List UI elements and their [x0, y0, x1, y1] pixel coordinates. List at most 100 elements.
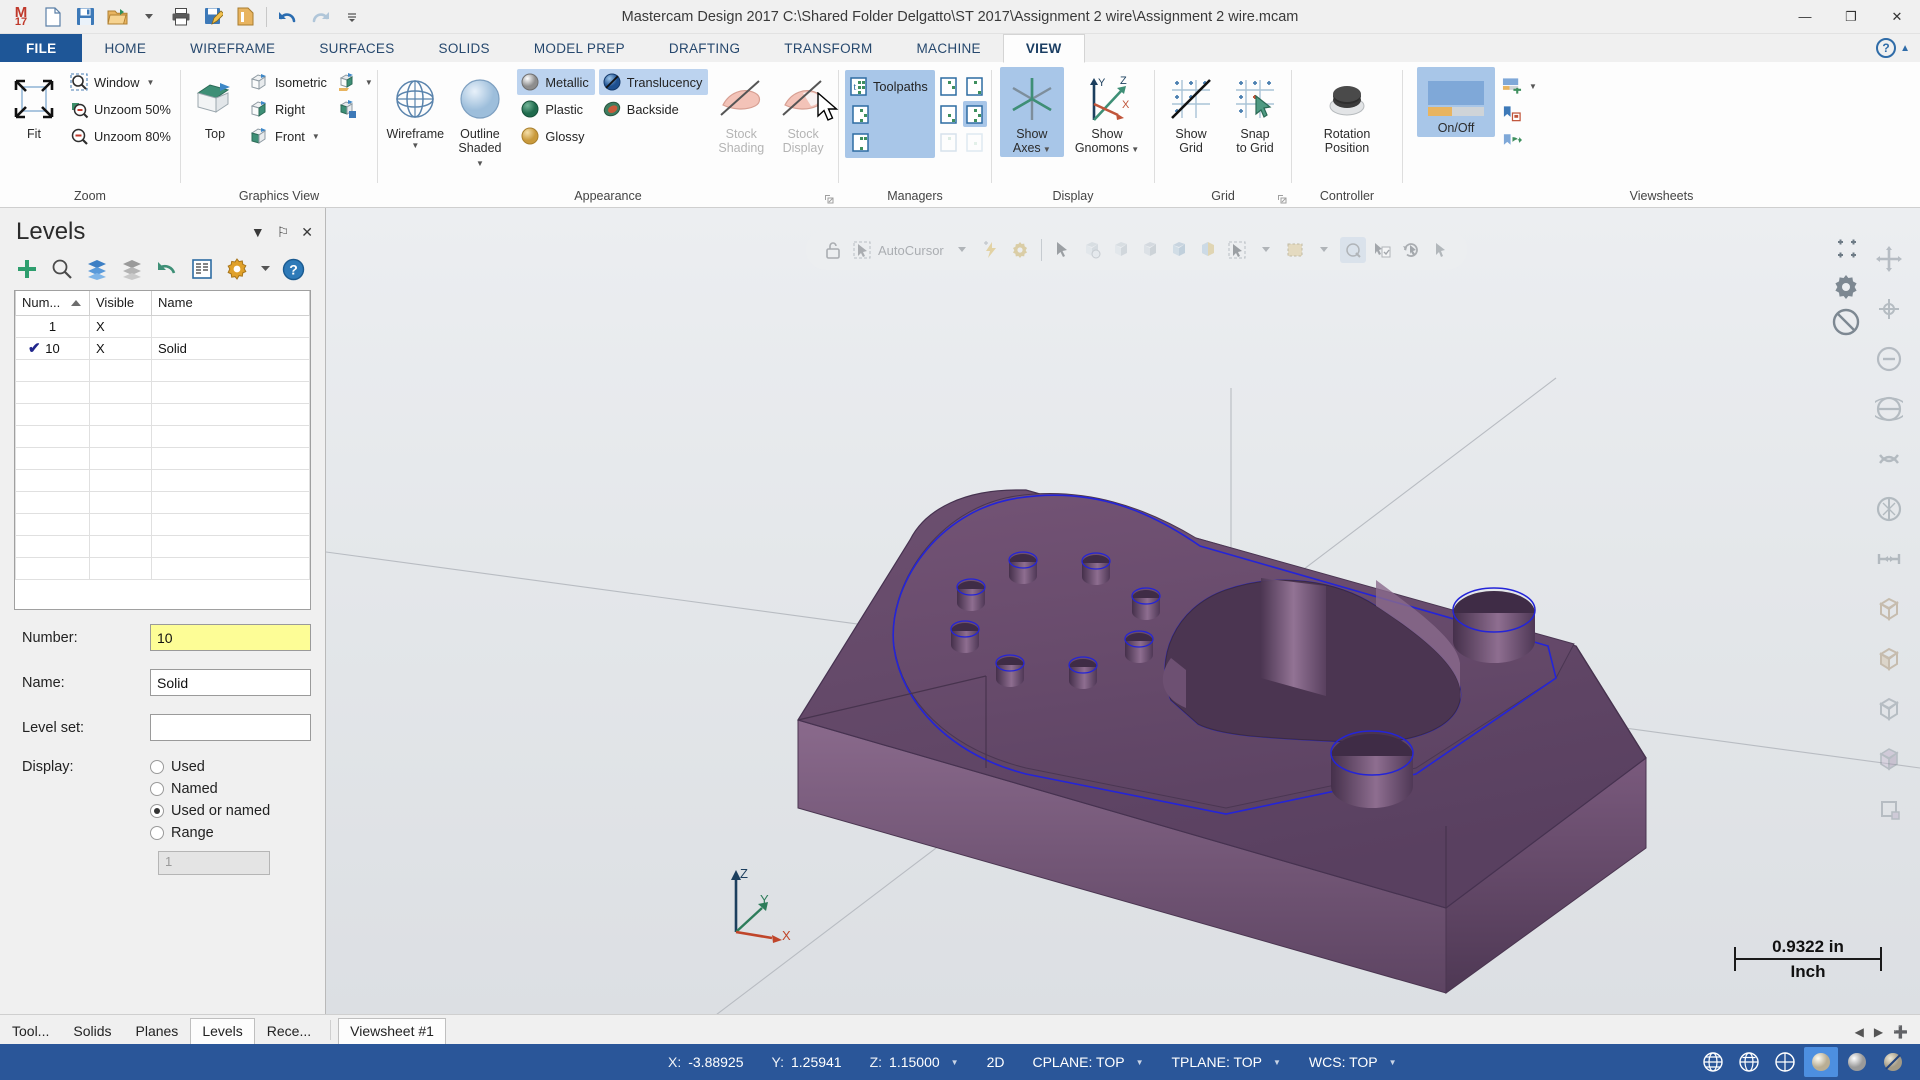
end-select-icon[interactable]: [1427, 237, 1453, 263]
fit-icon[interactable]: [1866, 236, 1912, 282]
viewsheet-prev-button[interactable]: ◀: [1855, 1025, 1864, 1039]
rotate-icon[interactable]: [1866, 386, 1912, 432]
open-dropdown-chevron-down-icon[interactable]: [134, 3, 164, 31]
range-input[interactable]: 1: [158, 851, 270, 875]
solid-model[interactable]: [326, 208, 1920, 1014]
unzoom-icon[interactable]: [1866, 336, 1912, 382]
translucency-button[interactable]: Translucency: [598, 69, 709, 95]
table-row-empty[interactable]: [15, 512, 310, 536]
isometric-view-button[interactable]: Isometric: [247, 69, 333, 95]
tab-recent[interactable]: Rece...: [255, 1018, 323, 1044]
outline-shaded-button[interactable]: Outline Shaded ▼: [451, 67, 510, 171]
collapse-ribbon-icon[interactable]: ▲: [1900, 43, 1910, 54]
column-header-number[interactable]: Num...: [15, 291, 90, 316]
show-grid-button[interactable]: Show Grid: [1161, 67, 1221, 157]
table-row-empty[interactable]: [15, 534, 310, 558]
rotation-position-button[interactable]: Rotation Position: [1316, 67, 1378, 157]
ribbon-tab-file[interactable]: FILE: [0, 34, 83, 62]
fit-button[interactable]: Fit: [6, 67, 62, 143]
globe-hidden-icon[interactable]: [1732, 1047, 1766, 1077]
chevron-down-icon[interactable]: ▼: [1136, 1058, 1144, 1067]
column-header-visible[interactable]: Visible: [89, 291, 152, 316]
show-gnomons-button[interactable]: Y Z X Show Gnomons ▼: [1068, 67, 1146, 157]
save-edit-icon[interactable]: [198, 3, 228, 31]
table-row-empty[interactable]: [15, 380, 310, 404]
wireframe-icon[interactable]: [1866, 736, 1912, 782]
solid-select-icon[interactable]: [1137, 237, 1163, 263]
show-axes-button[interactable]: Show Axes ▼: [999, 67, 1064, 157]
tab-toolpaths[interactable]: Tool...: [0, 1018, 61, 1044]
select-only-icon[interactable]: [1339, 237, 1366, 263]
face-select-icon[interactable]: [1108, 237, 1134, 263]
level-set-input[interactable]: [150, 714, 311, 741]
add-level-button[interactable]: [14, 256, 40, 282]
chevron-down-icon[interactable]: ▼: [365, 78, 373, 87]
open-folder-icon[interactable]: [102, 3, 132, 31]
ribbon-tab-view[interactable]: VIEW: [1002, 34, 1085, 63]
move-viewsheet-button[interactable]: [1499, 127, 1543, 153]
entity-select-icon[interactable]: [1079, 237, 1105, 263]
status-z[interactable]: Z: 1.15000 ▼: [856, 1044, 973, 1080]
ribbon-tab-transform[interactable]: TRANSFORM: [762, 34, 894, 62]
chevron-down-icon[interactable]: ▼: [1041, 145, 1051, 154]
mastercam-logo[interactable]: M 17: [6, 3, 36, 31]
plastic-button[interactable]: Plastic: [517, 96, 594, 122]
ribbon-tab-model-prep[interactable]: MODEL PREP: [512, 34, 647, 62]
status-wcs[interactable]: WCS: TOP ▼: [1295, 1044, 1411, 1080]
close-button[interactable]: ✕: [1874, 0, 1920, 34]
solids-manager-button[interactable]: [848, 101, 872, 127]
ribbon-tab-drafting[interactable]: DRAFTING: [647, 34, 762, 62]
number-input[interactable]: 10: [150, 624, 311, 651]
status-y[interactable]: Y: 1.25941: [758, 1044, 856, 1080]
chevron-down-icon[interactable]: ▼: [1273, 1058, 1281, 1067]
glossy-button[interactable]: Glossy: [517, 123, 594, 149]
no-entry-icon[interactable]: [1832, 308, 1862, 339]
body-select-icon[interactable]: [1166, 237, 1192, 263]
iso-view-icon[interactable]: [1866, 686, 1912, 732]
globe-shade-icon[interactable]: [1768, 1047, 1802, 1077]
panel-menu-button[interactable]: ▼: [251, 224, 265, 240]
art-manager-button[interactable]: [963, 73, 987, 99]
status-tplane[interactable]: TPLANE: TOP ▼: [1157, 1044, 1294, 1080]
ribbon-tab-home[interactable]: HOME: [82, 34, 168, 62]
toolpaths-manager-button[interactable]: t Toolpaths: [848, 73, 932, 99]
chevron-down-icon[interactable]: ▼: [411, 141, 419, 150]
pin-panel-button[interactable]: ⚐: [277, 224, 290, 241]
snap-icon[interactable]: [1832, 236, 1862, 269]
cell-visible[interactable]: X: [89, 336, 152, 360]
unzoom-50-button[interactable]: Unzoom 50%: [66, 96, 177, 122]
front-view-button[interactable]: Front ▼: [247, 123, 333, 149]
viewsheet-next-button[interactable]: ▶: [1874, 1025, 1883, 1039]
top-view-button[interactable]: Top: [187, 67, 243, 143]
ribbon-tab-wireframe[interactable]: WIREFRAME: [168, 34, 297, 62]
chevron-down-icon[interactable]: ▼: [1529, 82, 1537, 91]
sphere-metal-icon[interactable]: [1840, 1047, 1874, 1077]
table-row-empty[interactable]: [15, 358, 310, 382]
radio-used-or-named[interactable]: Used or named: [150, 803, 311, 819]
stock-shading-button[interactable]: Stock Shading: [712, 67, 770, 157]
arrow-select-icon[interactable]: [1050, 237, 1076, 263]
new-file-icon[interactable]: [38, 3, 68, 31]
clipboard-check-icon[interactable]: [1369, 237, 1395, 263]
cell-name[interactable]: [151, 314, 310, 338]
lock-icon[interactable]: [820, 237, 846, 263]
lightning-icon[interactable]: [978, 237, 1004, 263]
tab-viewsheet-1[interactable]: Viewsheet #1: [338, 1018, 446, 1044]
table-row[interactable]: ✔ 10 X Solid: [15, 336, 310, 360]
grid-dialog-launcher-icon[interactable]: [1277, 193, 1287, 204]
aux-manager-button[interactable]: [963, 129, 987, 155]
planes-manager-button[interactable]: [848, 129, 872, 155]
levels-help-button[interactable]: ?: [280, 256, 306, 282]
ribbon-tab-surfaces[interactable]: SURFACES: [297, 34, 416, 62]
save-icon[interactable]: [70, 3, 100, 31]
zoom-target-icon[interactable]: [1866, 286, 1912, 332]
globe-wire-icon[interactable]: [1696, 1047, 1730, 1077]
marquee-icon[interactable]: [1282, 237, 1308, 263]
find-level-button[interactable]: [49, 256, 75, 282]
marquee-dropdown-chevron-down-icon[interactable]: [1311, 237, 1337, 263]
view-manager-button[interactable]: ▼: [335, 69, 379, 95]
tab-levels[interactable]: Levels: [190, 1018, 255, 1044]
save-view-button[interactable]: [335, 96, 379, 122]
table-row-empty[interactable]: [15, 490, 310, 514]
chevron-down-icon[interactable]: ▼: [951, 1058, 959, 1067]
